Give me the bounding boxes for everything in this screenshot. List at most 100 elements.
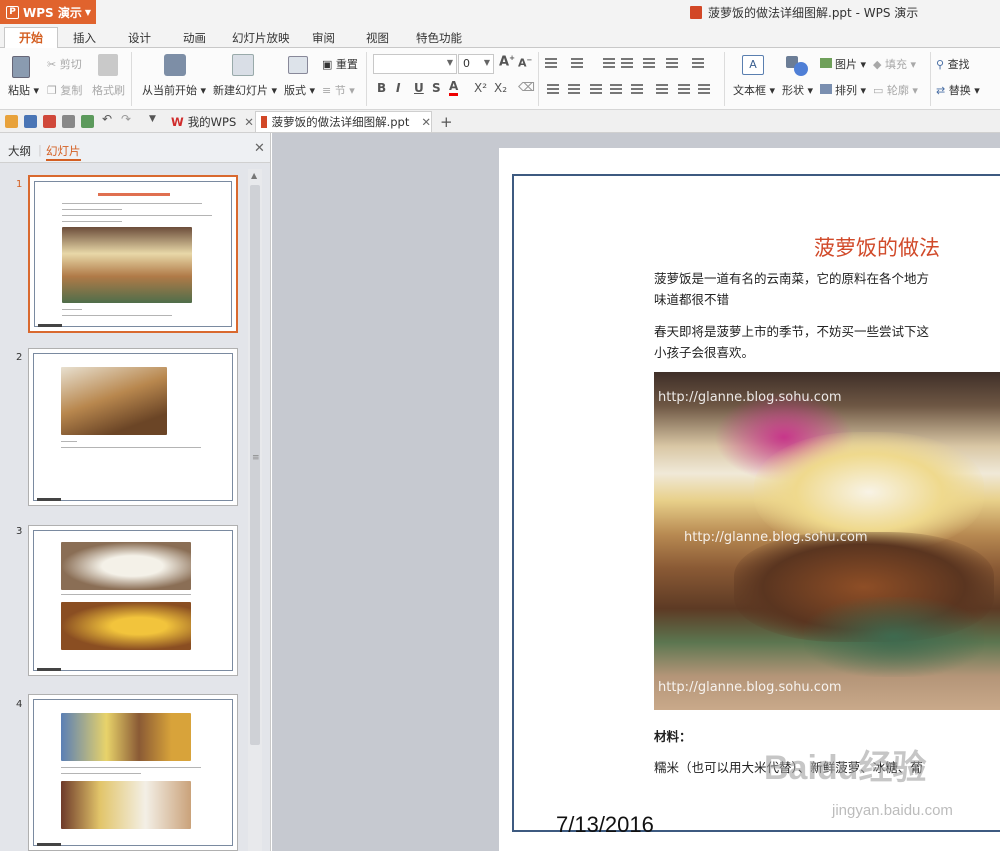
slide-number: 4 xyxy=(16,699,23,710)
paste-button[interactable]: 粘贴 ▾ xyxy=(8,82,39,98)
tab-animation[interactable]: 动画 xyxy=(183,30,206,46)
distribute-icon[interactable] xyxy=(631,84,643,94)
cut-button[interactable]: ✂ 剪切 xyxy=(47,56,82,72)
smart-art-icon[interactable] xyxy=(698,84,710,94)
superscript-button[interactable]: X² xyxy=(474,81,487,95)
text-box-button[interactable]: 文本框 ▾ xyxy=(733,82,775,98)
app-menu-label: WPS 演示 xyxy=(23,5,82,20)
close-icon[interactable]: ✕ xyxy=(244,115,254,129)
ribbon-toolbar: 粘贴 ▾ ✂ 剪切 ❐ 复制 格式刷 从当前开始 ▾ 新建幻灯片 ▾ 版式 ▾ … xyxy=(0,48,1000,110)
slide-number: 2 xyxy=(16,352,23,363)
layout-button[interactable]: 版式 ▾ xyxy=(284,82,315,98)
slide-thumbnail-3[interactable] xyxy=(28,525,238,676)
tab-special-features[interactable]: 特色功能 xyxy=(416,30,462,46)
tab-view[interactable]: 视图 xyxy=(366,30,389,46)
slide-paragraph-2-line-2[interactable]: 小孩子会很喜欢。 xyxy=(654,342,754,361)
tab-review[interactable]: 审阅 xyxy=(312,30,335,46)
outline-button[interactable]: ▭ 轮廓 ▾ xyxy=(873,82,918,98)
tab-home[interactable]: 开始 xyxy=(4,27,58,49)
chevron-down-icon: ▼ xyxy=(84,7,91,17)
new-slide-button[interactable]: 新建幻灯片 ▾ xyxy=(213,82,277,98)
close-icon[interactable]: ✕ xyxy=(421,115,431,129)
text-box-icon: A xyxy=(742,55,764,75)
picture-button[interactable]: 图片 ▾ xyxy=(820,56,866,72)
arrange-button[interactable]: 排列 ▾ xyxy=(820,82,866,98)
copy-button[interactable]: ❐ 复制 xyxy=(47,82,82,98)
underline-button[interactable]: U xyxy=(414,81,424,95)
redo-icon[interactable]: ↷ xyxy=(121,112,134,126)
decrease-font-icon[interactable]: A− xyxy=(518,56,532,70)
paragraph-spacing-icon[interactable] xyxy=(678,84,690,94)
font-name-select[interactable]: ▼ xyxy=(373,54,457,74)
subscript-button[interactable]: X₂ xyxy=(494,81,507,95)
tab-slideshow[interactable]: 幻灯片放映 xyxy=(232,30,290,46)
align-left-icon[interactable] xyxy=(547,84,559,94)
justify-icon[interactable] xyxy=(610,84,622,94)
shape-circle-icon xyxy=(794,62,808,76)
print-icon[interactable] xyxy=(62,115,75,128)
wps-app-menu-button[interactable]: P WPS 演示 ▼ xyxy=(0,0,96,24)
bullets-icon[interactable] xyxy=(545,58,557,68)
section-button[interactable]: ≡ 节 ▾ xyxy=(322,82,355,98)
tab-insert[interactable]: 插入 xyxy=(73,30,96,46)
fill-button[interactable]: ◆ 填充 ▾ xyxy=(873,56,916,72)
align-right-icon[interactable] xyxy=(590,84,602,94)
panel-scrollbar[interactable]: ▲ ≡ xyxy=(248,169,262,851)
replace-button[interactable]: ⇄ 替换 ▾ xyxy=(936,82,980,98)
clear-format-icon[interactable]: ⌫ xyxy=(518,80,535,94)
slide-number: 3 xyxy=(16,526,23,537)
print-preview-icon[interactable] xyxy=(81,115,94,128)
numbering-icon[interactable] xyxy=(571,58,583,68)
new-tab-plus-icon[interactable]: + xyxy=(435,111,453,132)
line-spacing-icon[interactable] xyxy=(666,58,678,68)
photo-watermark: http://glanne.blog.sohu.com xyxy=(684,530,868,545)
baidu-jingyan-watermark: Baidu经验 xyxy=(764,749,927,787)
shadow-button[interactable]: S xyxy=(432,81,441,95)
increase-font-icon[interactable]: A+ xyxy=(499,54,515,69)
close-panel-icon[interactable]: ✕ xyxy=(254,141,265,156)
decrease-indent-icon[interactable] xyxy=(603,58,615,68)
document-tab-label: 菠萝饭的做法详细图解.ppt xyxy=(271,115,410,129)
columns-icon[interactable] xyxy=(692,58,704,68)
from-current-button[interactable]: 从当前开始 ▾ xyxy=(142,82,206,98)
baidu-jingyan-url: jingyan.baidu.com xyxy=(832,802,953,819)
tab-design[interactable]: 设计 xyxy=(128,30,151,46)
font-color-button[interactable]: A xyxy=(449,79,459,96)
bold-button[interactable]: B xyxy=(377,81,386,95)
text-direction-icon[interactable] xyxy=(643,58,655,68)
window-title: 菠萝饭的做法详细图解.ppt - WPS 演示 xyxy=(690,4,918,21)
slide-paragraph-2-line-1[interactable]: 春天即将是菠萝上市的季节，不妨买一些尝试下这 xyxy=(654,321,929,340)
shape-button[interactable]: 形状 ▾ xyxy=(782,82,813,98)
slide-paragraph-1-line-2[interactable]: 味道都很不错 xyxy=(654,289,729,308)
format-painter-icon xyxy=(98,54,118,76)
slide-thumbnail-1[interactable] xyxy=(28,175,238,333)
materials-label[interactable]: 材料： xyxy=(654,726,692,745)
open-icon[interactable] xyxy=(5,115,18,128)
slide-date[interactable]: 7/13/2016 xyxy=(556,812,654,838)
align-center-icon[interactable] xyxy=(568,84,580,94)
tab-my-wps[interactable]: W 我的WPS ✕ xyxy=(166,111,254,132)
slide-thumbnail-2[interactable] xyxy=(28,348,238,506)
font-size-select[interactable]: 0 ▼ xyxy=(458,54,494,74)
slide-thumbnail-panel: 大纲 | 幻灯片 ✕ 1 2 3 4 ▲ ≡ xyxy=(0,133,271,851)
tab-slides[interactable]: 幻灯片 xyxy=(46,143,81,161)
format-painter-button[interactable]: 格式刷 xyxy=(92,82,125,98)
italic-button[interactable]: I xyxy=(396,81,400,95)
slide-title[interactable]: 菠萝饭的做法 xyxy=(814,232,940,262)
increase-indent-icon[interactable] xyxy=(621,58,633,68)
undo-icon[interactable]: ↶ xyxy=(102,112,115,126)
customize-chevron-icon[interactable]: ▼ xyxy=(149,114,162,127)
tab-outline[interactable]: 大纲 xyxy=(8,143,31,159)
scrollbar-thumb[interactable] xyxy=(250,185,260,745)
reset-button[interactable]: ▣ 重置 xyxy=(322,56,358,72)
find-button[interactable]: ⚲ 查找 xyxy=(936,56,970,72)
slide-paragraph-1-line-1[interactable]: 菠萝饭是一道有名的云南菜，它的原料在各个地方 xyxy=(654,268,929,287)
slideshow-play-icon xyxy=(164,54,186,76)
export-pdf-icon[interactable] xyxy=(43,115,56,128)
save-icon[interactable] xyxy=(24,115,37,128)
quick-access-bar: ↶ ↷ ▼ W 我的WPS ✕ 菠萝饭的做法详细图解.ppt ✕ + xyxy=(0,110,1000,133)
pineapple-rice-photo[interactable]: http://glanne.blog.sohu.com http://glann… xyxy=(654,372,1000,710)
tab-document[interactable]: 菠萝饭的做法详细图解.ppt ✕ xyxy=(255,111,432,132)
slide-thumbnail-4[interactable] xyxy=(28,694,238,851)
vertical-align-icon[interactable] xyxy=(656,84,668,94)
